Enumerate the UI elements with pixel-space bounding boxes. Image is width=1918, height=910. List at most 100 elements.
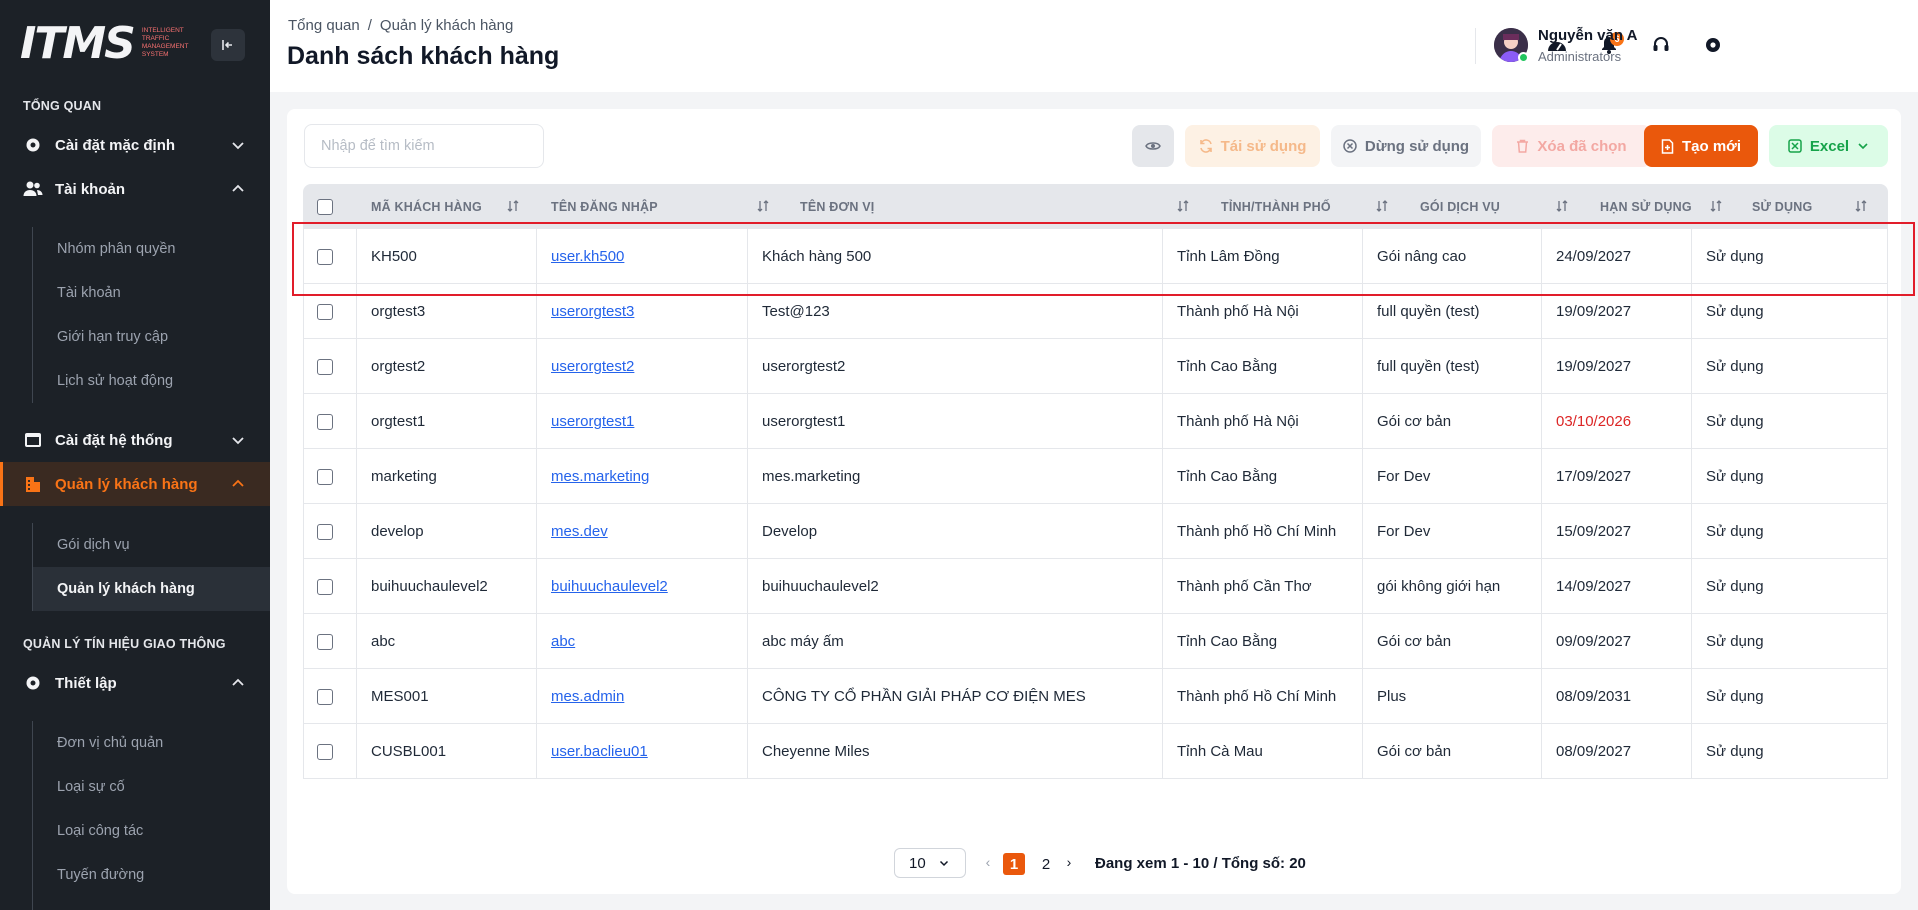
sort-icon[interactable] [506,199,520,213]
excel-export-button[interactable]: Excel [1769,125,1888,167]
row-checkbox[interactable] [317,523,333,540]
row-checkbox[interactable] [317,303,333,320]
delete-selected-button[interactable]: Xóa đã chọn [1492,125,1651,167]
section-overview: TỔNG QUAN [23,99,102,113]
table-row[interactable]: marketing mes.marketing mes.marketing Tỉnh … [303,449,1888,504]
sort-icon[interactable] [1555,199,1569,213]
table-row[interactable]: CUSBL001 user.baclieu01 Cheyenne Miles Tỉnh… [303,724,1888,779]
col-unit-name[interactable]: TÊN ĐƠN VỊ [800,184,874,229]
table-row[interactable]: develop mes.dev Develop Thành phố Hồ Chí Mi… [303,504,1888,559]
row-checkbox[interactable] [317,358,333,375]
row-select-cell [304,229,357,284]
sidebar-item-access-limits[interactable]: Giới hạn truy cập [33,315,270,359]
username-link[interactable]: userorgtest3 [551,303,634,320]
window-icon [23,430,43,450]
cell-username: user.kh500 [537,229,748,284]
table-header: MÃ KHÁCH HÀNG TÊN ĐĂNG NHẬP TÊN ĐƠN VỊ T… [303,184,1888,229]
sidebar-item-managing-units[interactable]: Đơn vị chủ quản [33,721,270,765]
row-checkbox[interactable] [317,413,333,430]
cell-service-package: For Dev [1363,449,1542,504]
sort-icon[interactable] [1854,199,1868,213]
user-name[interactable]: Nguyễn văn A [1538,27,1637,44]
cell-province: Thành phố Hà Nội [1163,284,1363,339]
sidebar-item-customer-management[interactable]: Quản lý khách hàng [33,567,270,611]
username-link[interactable]: abc [551,633,575,650]
username-link[interactable]: user.baclieu01 [551,743,648,760]
next-page-icon[interactable]: › [1061,852,1077,872]
row-checkbox[interactable] [317,468,333,485]
menu-customer-management[interactable]: Quản lý khách hàng [0,462,270,506]
sort-icon[interactable] [1375,199,1389,213]
sidebar-item-service-packages[interactable]: Gói dịch vụ [33,523,270,567]
create-new-button[interactable]: Tạo mới [1644,125,1758,167]
app-logo[interactable]: ITMS Intelligent Traffic Management Syst… [20,18,202,69]
page-size-select[interactable]: 10 [894,848,966,878]
menu-account[interactable]: Tài khoản [0,167,270,211]
username-link[interactable]: user.kh500 [551,248,624,265]
collapse-sidebar-icon[interactable] [211,29,245,61]
page-1-button[interactable]: 1 [1003,853,1025,875]
table-row[interactable]: MES001 mes.admin CÔNG TY CỔ PHẦN GIẢI PHÁP… [303,669,1888,724]
username-link[interactable]: mes.dev [551,523,608,540]
username-link[interactable]: userorgtest1 [551,413,634,430]
row-select-cell [304,504,357,559]
row-checkbox[interactable] [317,578,333,595]
sort-icon[interactable] [756,199,770,213]
row-checkbox[interactable] [317,633,333,650]
menu-setup[interactable]: Thiết lập [0,661,270,705]
table-row[interactable]: abc abc abc máy ấm Tỉnh Cao Bằng Gói cơ bản 0… [303,614,1888,669]
col-expiry-date[interactable]: HẠN SỬ DỤNG [1600,184,1692,229]
col-province[interactable]: TỈNH/THÀNH PHỐ [1221,184,1331,229]
sidebar-item-incident-types[interactable]: Loại sự cố [33,765,270,809]
col-service-package[interactable]: GÓI DỊCH VỤ [1420,184,1500,229]
table-row[interactable]: orgtest1 userorgtest1 userorgtest1 Thành ph… [303,394,1888,449]
breadcrumb-overview[interactable]: Tổng quan [288,17,360,34]
table-row[interactable]: orgtest3 userorgtest3 Test@123 Thành phố Hà… [303,284,1888,339]
username-link[interactable]: mes.marketing [551,468,649,485]
row-checkbox[interactable] [317,743,333,760]
user-role: Administrators [1538,49,1622,64]
settings-gear-icon[interactable] [1698,30,1728,60]
search-input[interactable] [304,124,544,168]
page-2-button[interactable]: 2 [1035,853,1057,875]
sort-icon[interactable] [1709,199,1723,213]
cell-expiry-date: 14/09/2027 [1542,559,1692,614]
table-row[interactable]: orgtest2 userorgtest2 userorgtest2 Tỉnh Cao… [303,339,1888,394]
stop-using-button[interactable]: Dừng sử dụng [1331,125,1481,167]
headset-support-icon[interactable] [1646,30,1676,60]
prev-page-icon[interactable]: ‹ [980,852,996,872]
gear-icon [23,673,43,693]
sidebar-item-accounts[interactable]: Tài khoản [33,271,270,315]
table-row[interactable]: buihuuchaulevel2 buihuuchaulevel2 buihuuch… [303,559,1888,614]
sort-icon[interactable] [1176,199,1190,213]
refresh-icon [1199,139,1212,153]
menu-default-settings[interactable]: Cài đặt mặc định [0,123,270,167]
cell-province: Thành phố Cần Thơ [1163,559,1363,614]
toggle-columns-button[interactable] [1132,125,1174,167]
sidebar-item-permission-groups[interactable]: Nhóm phân quyền [33,227,270,271]
menu-system-settings[interactable]: Cài đặt hệ thống [0,418,270,462]
row-checkbox[interactable] [317,688,333,705]
reuse-button[interactable]: Tái sử dụng [1185,125,1320,167]
col-customer-code[interactable]: MÃ KHÁCH HÀNG [371,184,482,229]
menu-default-settings-label: Cài đặt mặc định [55,136,176,154]
cell-usage-status: Sử dụng [1706,523,1764,540]
sidebar-item-activity-history[interactable]: Lịch sử hoạt động [33,359,270,403]
cell-customer-code: abc [357,614,537,669]
select-all-checkbox[interactable] [317,198,333,215]
username-link[interactable]: userorgtest2 [551,358,634,375]
row-select-cell [304,614,357,669]
username-link[interactable]: buihuuchaulevel2 [551,578,668,595]
sidebar-item-work-types[interactable]: Loại công tác [33,809,270,853]
col-username[interactable]: TÊN ĐĂNG NHẬP [551,184,658,229]
menu-setup-label: Thiết lập [55,674,117,692]
cell-service-package: full quyền (test) [1363,284,1542,339]
row-checkbox[interactable] [317,248,333,265]
username-link[interactable]: mes.admin [551,688,624,705]
table-row[interactable]: KH500 user.kh500 Khách hàng 500 Tỉnh Lâm Đồ… [303,229,1888,284]
col-usage-status[interactable]: SỬ DỤNG [1752,184,1812,229]
create-new-label: Tạo mới [1681,137,1741,155]
sidebar-item-routes[interactable]: Tuyến đường [33,853,270,897]
cell-usage-status: Sử dụng [1706,413,1764,430]
chevron-down-icon [232,437,244,445]
